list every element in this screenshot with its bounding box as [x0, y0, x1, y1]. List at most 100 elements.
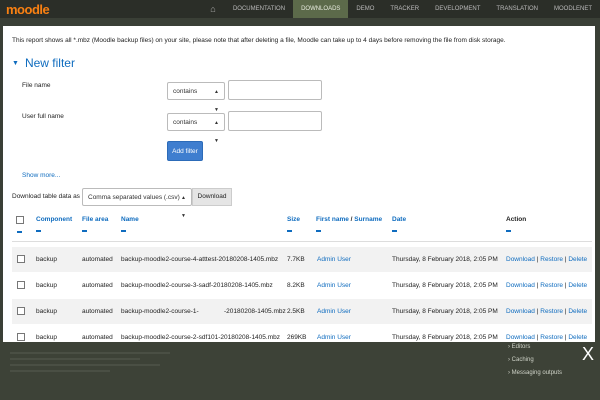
download-format-value: Comma separated values (.csv) — [88, 194, 180, 201]
header-divider — [12, 241, 592, 242]
col-action: Action — [506, 216, 526, 232]
cell-date: Thursday, 8 February 2018, 2:05 PM — [392, 334, 498, 341]
hide-column-icon[interactable] — [121, 230, 126, 232]
hide-column-icon[interactable] — [82, 230, 87, 232]
cell-filearea: automated — [82, 308, 113, 315]
nav-documentation[interactable]: DOCUMENTATION — [225, 0, 293, 18]
cell-component: backup — [36, 256, 57, 263]
top-navbar: moodle ⌂ DOCUMENTATION DOWNLOADS DEMO TR… — [0, 0, 600, 18]
cell-actions: Download | Restore | Delete — [506, 334, 588, 341]
userfullname-operator-value: contains — [173, 119, 198, 126]
cell-name: backup-moodle2-course-4-atttest-20180208… — [121, 256, 279, 263]
select-arrows-icon: ▲ ▼ — [214, 120, 219, 144]
col-date[interactable]: Date — [392, 216, 406, 232]
new-filter-toggle[interactable]: ▼ New filter — [12, 56, 75, 70]
delete-link[interactable]: Delete — [568, 308, 587, 315]
table-row: backup automated backup-moodle2-course-2… — [12, 325, 592, 342]
show-more-link[interactable]: Show more... — [22, 172, 60, 179]
hide-column-icon[interactable] — [36, 230, 41, 232]
nav-downloads[interactable]: DOWNLOADS — [293, 0, 349, 18]
sidebar-item-messaging-outputs: › Messaging outputs — [508, 370, 563, 376]
download-format-select[interactable]: Comma separated values (.csv) ▲ ▼ — [82, 188, 192, 219]
cell-size: 2.5KB — [287, 308, 305, 315]
download-link[interactable]: Download — [506, 282, 535, 289]
close-icon[interactable]: X — [582, 345, 594, 363]
sidebar-item-editors: › Editors — [508, 344, 531, 350]
delete-link[interactable]: Delete — [568, 282, 587, 289]
filename-operator-select[interactable]: contains ▲ ▼ — [167, 82, 225, 113]
select-all-checkbox[interactable] — [16, 216, 24, 224]
row-checkbox[interactable] — [17, 281, 25, 289]
cell-date: Thursday, 8 February 2018, 2:05 PM — [392, 282, 498, 289]
col-name[interactable]: Name — [121, 216, 139, 232]
row-checkbox[interactable] — [17, 307, 25, 315]
cell-date: Thursday, 8 February 2018, 2:05 PM — [392, 256, 498, 263]
background-sidebar: › Editors › Caching › Messaging outputs — [508, 344, 562, 383]
cell-name: backup-moodle2-course-3-sadf-20180208-14… — [121, 282, 273, 289]
cell-name: backup-moodle2-course-2-sdf101-20180208-… — [121, 334, 280, 341]
cell-user-link[interactable]: Admin User — [317, 256, 351, 263]
cell-actions: Download | Restore | Delete — [506, 282, 588, 289]
cell-date: Thursday, 8 February 2018, 2:05 PM — [392, 308, 498, 315]
nav-tracker[interactable]: TRACKER — [382, 0, 427, 18]
col-size[interactable]: Size — [287, 216, 300, 232]
delete-link[interactable]: Delete — [568, 334, 587, 341]
cell-actions: Download | Restore | Delete — [506, 308, 588, 315]
col-component[interactable]: Component — [36, 216, 72, 232]
sidebar-item-caching: › Caching — [508, 357, 534, 363]
cell-filearea: automated — [82, 282, 113, 289]
table-row: backup automated backup-moodle2-course-3… — [12, 273, 592, 298]
cell-user-link[interactable]: Admin User — [317, 282, 351, 289]
new-filter-title: New filter — [24, 56, 75, 70]
cell-size: 7.7KB — [287, 256, 305, 263]
col-filearea[interactable]: File area — [82, 216, 108, 232]
download-link[interactable]: Download — [506, 334, 535, 341]
report-modal: This report shows all *.mbz (Moodle back… — [3, 26, 595, 342]
download-link[interactable]: Download — [506, 256, 535, 263]
userfullname-label: User full name — [22, 113, 64, 120]
cell-user-link[interactable]: Admin User — [317, 308, 351, 315]
table-row: backup automated backup-moodle2-course-1… — [12, 299, 592, 324]
cell-user-link[interactable]: Admin User — [317, 334, 351, 341]
download-label: Download table data as — [12, 193, 80, 200]
backdrop-text-lines — [10, 352, 190, 376]
moodle-logo[interactable]: moodle — [6, 2, 50, 17]
cell-size: 269KB — [287, 334, 307, 341]
cell-size: 8.2KB — [287, 282, 305, 289]
select-arrows-icon: ▲ ▼ — [181, 195, 186, 219]
restore-link[interactable]: Restore — [540, 334, 563, 341]
nav-translation[interactable]: TRANSLATION — [488, 0, 546, 18]
filename-input[interactable] — [228, 80, 322, 100]
nav-moodlenet[interactable]: MOODLENET — [546, 0, 600, 18]
sort-surname-link[interactable]: Surname — [354, 216, 382, 223]
cell-component: backup — [36, 282, 57, 289]
cell-name: backup-moodle2-course-1- -20180208-1405.… — [121, 308, 286, 315]
download-link[interactable]: Download — [506, 308, 535, 315]
hide-column-icon[interactable] — [287, 230, 292, 232]
userfullname-input[interactable] — [228, 111, 322, 131]
caret-down-icon: ▼ — [12, 60, 19, 68]
restore-link[interactable]: Restore — [540, 282, 563, 289]
download-button[interactable]: Download — [192, 188, 232, 206]
hide-column-icon[interactable] — [316, 230, 321, 232]
row-checkbox[interactable] — [17, 333, 25, 341]
select-hide-icon[interactable] — [17, 231, 22, 233]
hide-column-icon[interactable] — [506, 230, 511, 232]
filename-label: File name — [22, 82, 51, 89]
filename-operator-value: contains — [173, 88, 198, 95]
restore-link[interactable]: Restore — [540, 256, 563, 263]
home-icon[interactable]: ⌂ — [201, 0, 225, 18]
cell-filearea: automated — [82, 256, 113, 263]
row-checkbox[interactable] — [17, 255, 25, 263]
table-row: backup automated backup-moodle2-course-4… — [12, 247, 592, 272]
restore-link[interactable]: Restore — [540, 308, 563, 315]
sort-firstname-link[interactable]: First name — [316, 216, 349, 223]
hide-column-icon[interactable] — [392, 230, 397, 232]
col-user[interactable]: First name / Surname — [316, 216, 382, 232]
userfullname-operator-select[interactable]: contains ▲ ▼ — [167, 113, 225, 144]
add-filter-button[interactable]: Add filter — [167, 141, 203, 161]
nav-development[interactable]: DEVELOPMENT — [427, 0, 488, 18]
delete-link[interactable]: Delete — [568, 256, 587, 263]
cell-actions: Download | Restore | Delete — [506, 256, 588, 263]
nav-demo[interactable]: DEMO — [348, 0, 382, 18]
